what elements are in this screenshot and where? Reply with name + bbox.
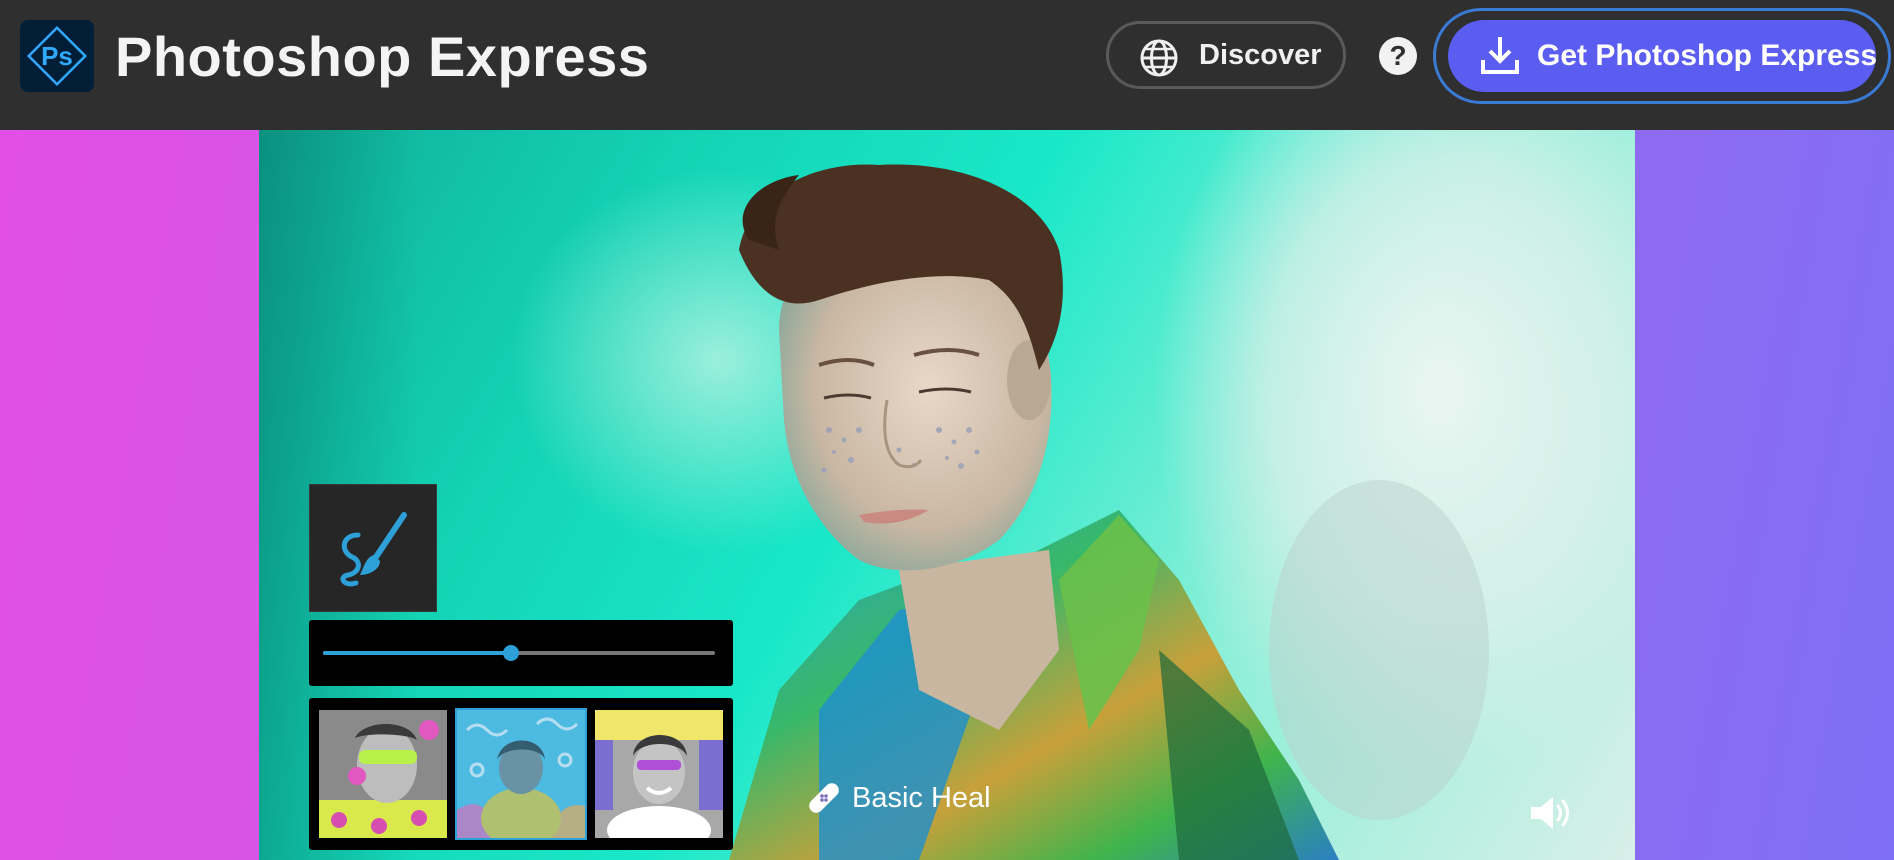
globe-icon [1140, 39, 1178, 77]
help-button[interactable]: ? [1379, 37, 1417, 75]
discover-label: Discover [1199, 39, 1322, 71]
thumbnail-man-green-paint[interactable] [319, 710, 447, 838]
thumbnail-smiling-man-city[interactable] [595, 710, 723, 838]
slider-fill [323, 651, 512, 655]
brush-tool-tile[interactable] [309, 484, 437, 612]
download-icon [1481, 37, 1519, 74]
discover-button[interactable]: Discover [1106, 21, 1346, 89]
thumbnail-woman-yellow-sweater[interactable] [455, 708, 587, 840]
hero-stage: Basic Heal [0, 130, 1894, 860]
bandage-icon [809, 783, 839, 813]
get-app-label: Get Photoshop Express [1537, 39, 1878, 72]
logo-text: Ps [41, 41, 73, 71]
help-icon: ? [1389, 40, 1407, 71]
sample-image-strip [309, 698, 733, 850]
app-title: Photoshop Express [115, 25, 650, 88]
get-photoshop-express-button[interactable]: Get Photoshop Express [1448, 20, 1878, 92]
brush-size-slider[interactable] [309, 620, 733, 686]
speaker-icon [1531, 797, 1569, 829]
slider-track [323, 645, 715, 661]
photoshop-express-logo[interactable]: Ps [20, 20, 94, 92]
thumbnail-image [595, 710, 723, 838]
thumbnail-image [319, 710, 447, 838]
volume-button[interactable] [1529, 793, 1575, 833]
effect-label: Basic Heal [852, 782, 991, 814]
selected-overlay [457, 710, 585, 838]
ps-logo-icon: Ps [26, 25, 88, 87]
top-bar: Ps Photoshop Express Discover ? Get Phot… [0, 0, 1894, 130]
brush-icon [340, 512, 407, 587]
slider-thumb[interactable] [503, 645, 520, 661]
